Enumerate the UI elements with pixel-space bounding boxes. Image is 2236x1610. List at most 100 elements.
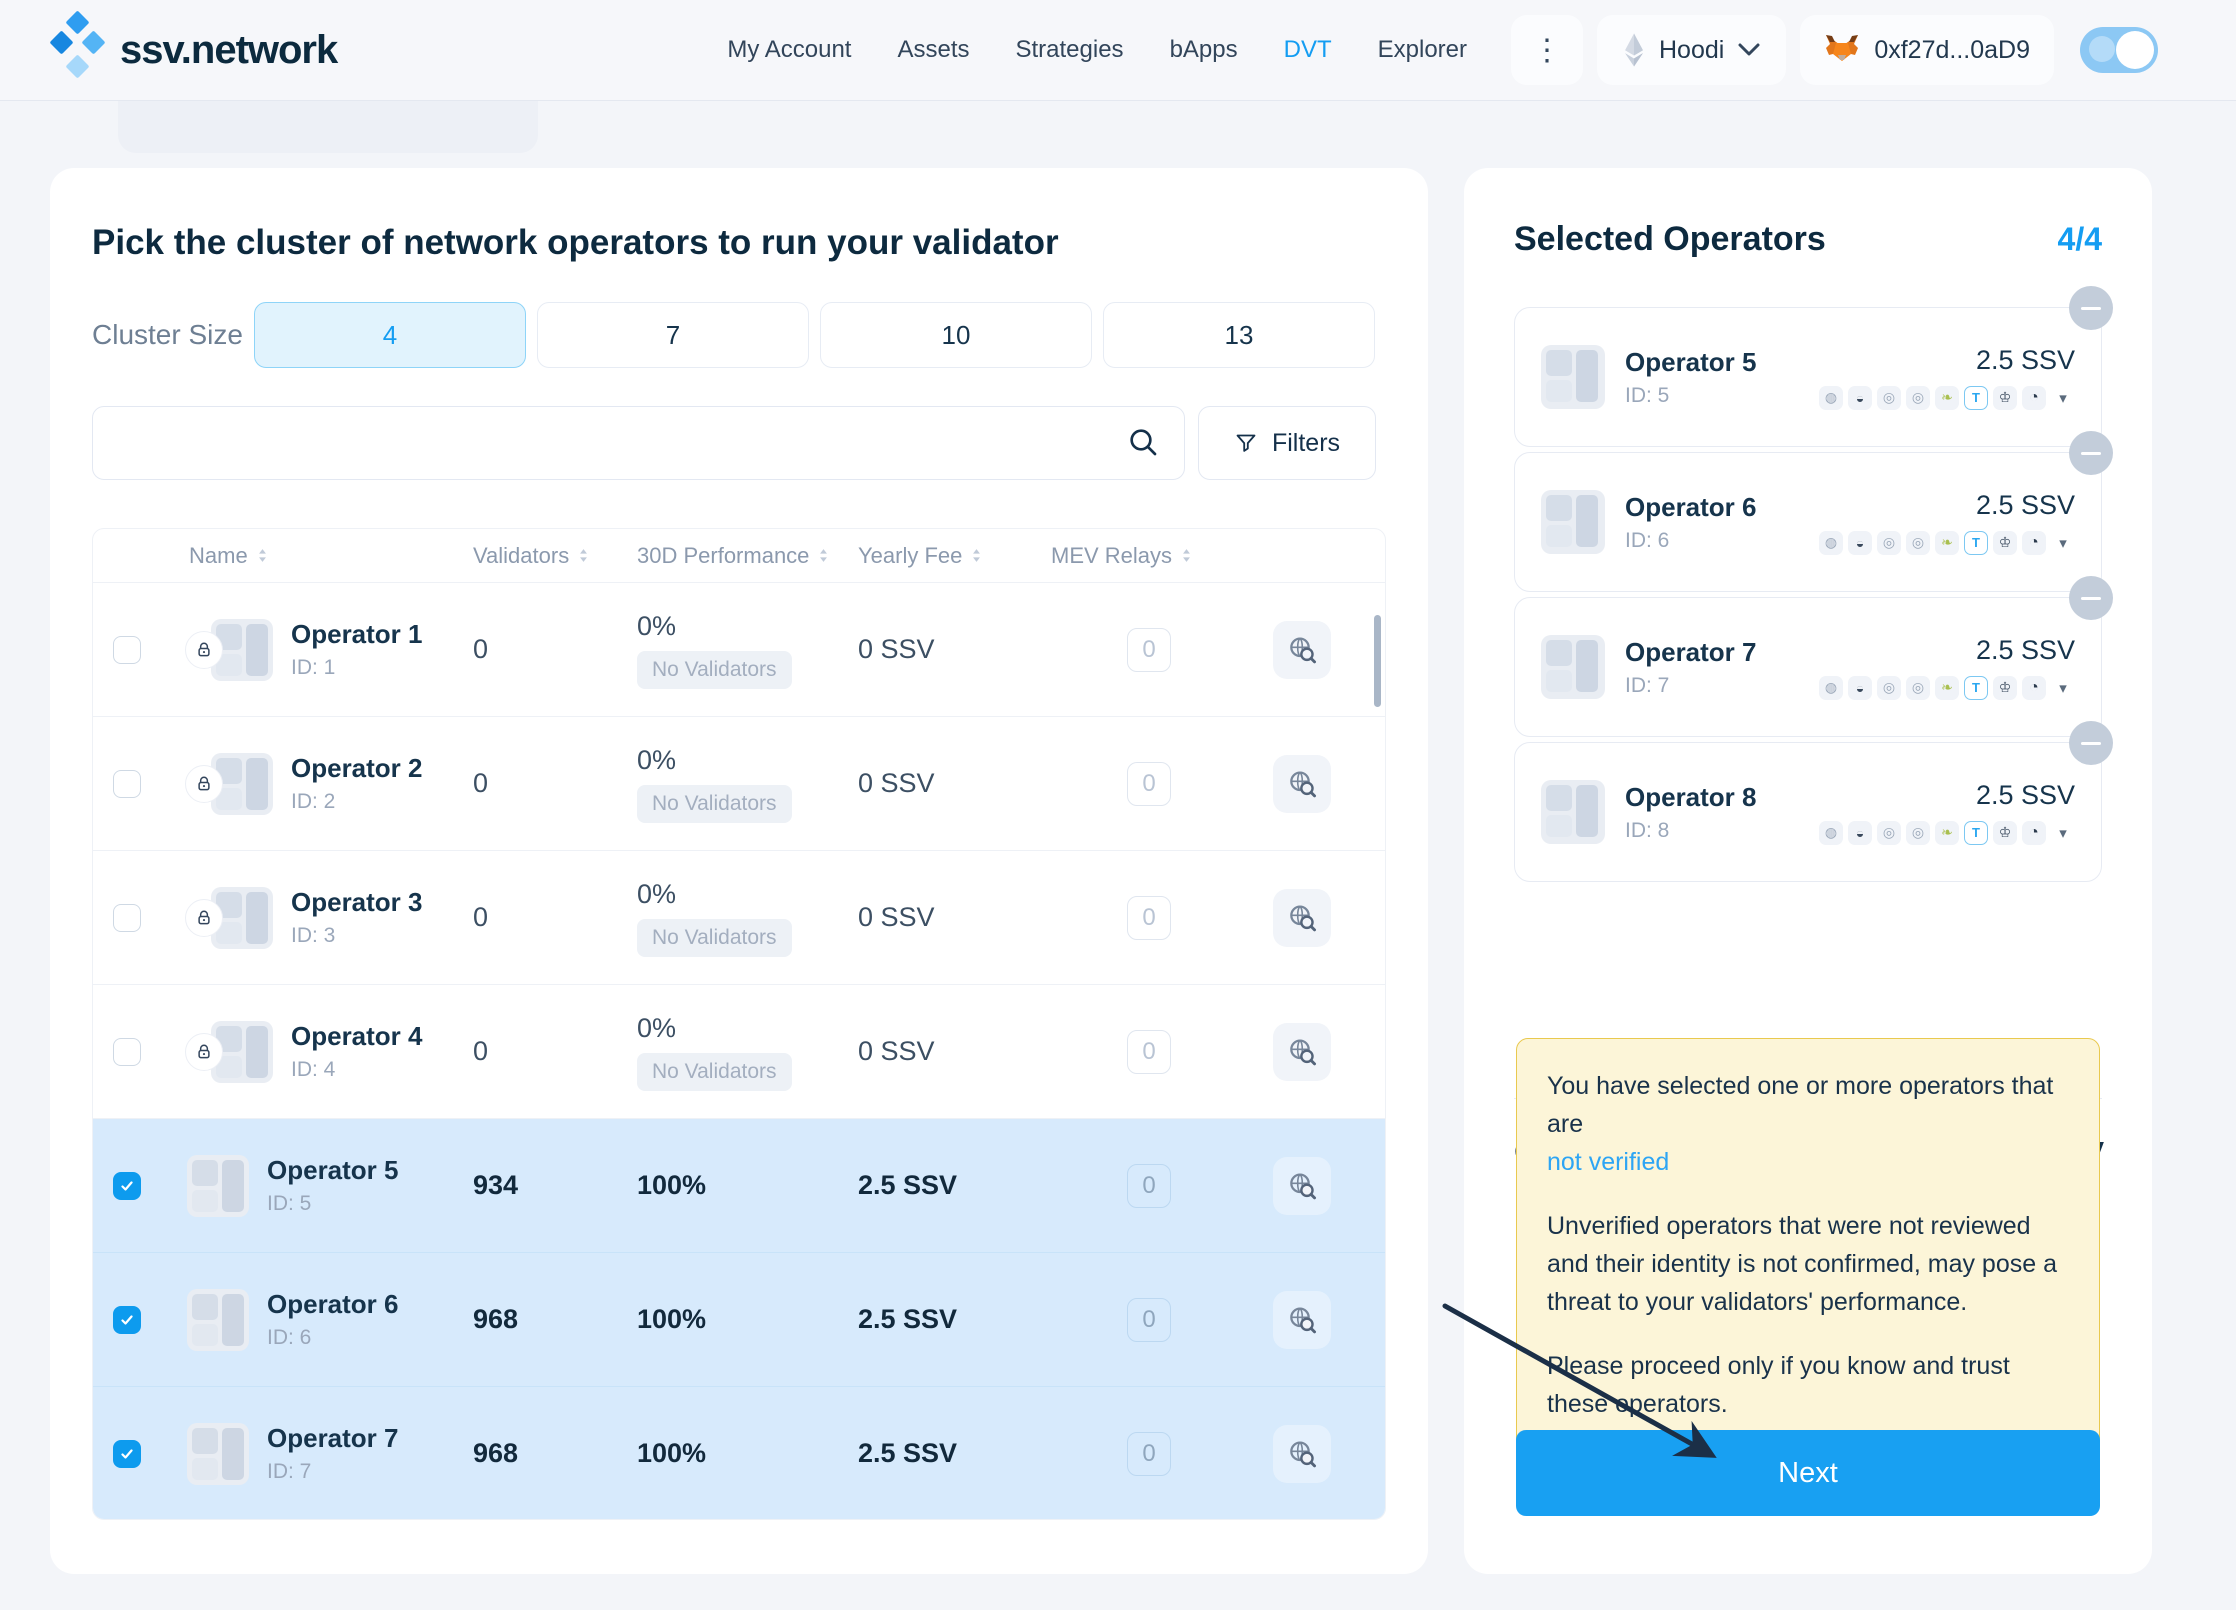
mev-relay-3-icon: ◎ [1877,676,1901,700]
remove-operator-button[interactable] [2069,431,2113,475]
validators-cell: 934 [463,1170,626,1201]
table-row[interactable]: Operator 2 ID: 2 0 0% No Validators 0 SS… [93,717,1385,851]
relays-expand-chevron-icon[interactable]: ▾ [2051,676,2075,700]
mev-relays-count[interactable]: 0 [1127,762,1171,806]
globe-search-icon [1286,634,1318,666]
next-button[interactable]: Next [1516,1430,2100,1516]
mev-relay-2-icon: ◒ [1848,821,1872,845]
open-in-explorer-button[interactable] [1273,1291,1331,1349]
filters-button[interactable]: Filters [1198,406,1376,480]
mev-relay-7-icon: ♔ [1993,386,2017,410]
table-row[interactable]: Operator 7 ID: 7 968 100% 2.5 SSV 0 [93,1387,1385,1520]
operator-id: ID: 5 [267,1192,399,1216]
mev-relays-count[interactable]: 0 [1127,1298,1171,1342]
table-row[interactable]: Operator 4 ID: 4 0 0% No Validators 0 SS… [93,985,1385,1119]
operator-name: Operator 3 [291,887,423,918]
no-validators-badge: No Validators [637,651,792,689]
lock-icon [185,631,223,669]
column-header-30d-performance[interactable]: 30D Performance [626,543,839,569]
selected-operators-title: Selected Operators [1514,220,1826,259]
open-in-explorer-button[interactable] [1273,755,1331,813]
column-header-mev-relays[interactable]: MEV Relays [1051,543,1197,569]
row-checkbox[interactable] [113,770,141,798]
table-scrollbar[interactable] [1374,615,1381,707]
lock-icon [185,899,223,937]
remove-operator-button[interactable] [2069,721,2113,765]
table-header: Name Validators 30D Performance Yearly F… [93,529,1385,583]
open-in-explorer-button[interactable] [1273,621,1331,679]
ethereum-icon [1623,32,1645,68]
column-header-validators[interactable]: Validators [463,543,626,569]
row-checkbox[interactable] [113,1038,141,1066]
metamask-icon [1824,33,1860,67]
more-menu-button[interactable]: ⋮ [1511,15,1583,85]
mev-relay-4-icon: ◎ [1906,531,1930,555]
mev-relay-icons: ◍◒◎◎❧T♔◔▾ [1819,676,2075,700]
table-row[interactable]: Operator 3 ID: 3 0 0% No Validators 0 SS… [93,851,1385,985]
cluster-size-option-13[interactable]: 13 [1103,302,1375,368]
row-checkbox[interactable] [113,1440,141,1468]
globe-search-icon [1286,768,1318,800]
mev-relays-count[interactable]: 0 [1127,628,1171,672]
nav-link-bapps[interactable]: bApps [1170,36,1238,64]
validators-cell: 0 [463,768,626,799]
open-in-explorer-button[interactable] [1273,1425,1331,1483]
nav-link-assets[interactable]: Assets [897,36,969,64]
row-checkbox[interactable] [113,636,141,664]
remove-operator-button[interactable] [2069,286,2113,330]
relays-expand-chevron-icon[interactable]: ▾ [2051,386,2075,410]
validators-cell: 0 [463,634,626,665]
performance-cell: 0% No Validators [626,611,839,689]
table-row[interactable]: Operator 6 ID: 6 968 100% 2.5 SSV 0 [93,1253,1385,1387]
relays-expand-chevron-icon[interactable]: ▾ [2051,821,2075,845]
table-row[interactable]: Operator 1 ID: 1 0 0% No Validators 0 SS… [93,583,1385,717]
theme-toggle[interactable] [2080,27,2158,73]
check-icon [119,1312,135,1328]
mev-relays-count[interactable]: 0 [1127,1164,1171,1208]
check-icon [119,1446,135,1462]
validators-cell: 968 [463,1304,626,1335]
network-selector[interactable]: Hoodi [1597,15,1786,85]
operator-avatar [1541,490,1605,554]
mev-relay-5-icon: ❧ [1935,676,1959,700]
operators-table: Name Validators 30D Performance Yearly F… [92,528,1386,1520]
table-row[interactable]: Operator 5 ID: 5 934 100% 2.5 SSV 0 [93,1119,1385,1253]
nav-link-dvt[interactable]: DVT [1284,36,1332,64]
minus-icon [2081,307,2101,310]
remove-operator-button[interactable] [2069,576,2113,620]
mev-relay-4-icon: ◎ [1906,676,1930,700]
nav-link-explorer[interactable]: Explorer [1378,36,1467,64]
toggle-track-icon [2089,36,2115,62]
cluster-size-option-7[interactable]: 7 [537,302,809,368]
open-in-explorer-button[interactable] [1273,1157,1331,1215]
mev-relays-count[interactable]: 0 [1127,1030,1171,1074]
cluster-size-option-10[interactable]: 10 [820,302,1092,368]
operator-name: Operator 5 [267,1155,399,1186]
open-in-explorer-button[interactable] [1273,1023,1331,1081]
column-header-name[interactable]: Name [165,543,463,569]
relays-expand-chevron-icon[interactable]: ▾ [2051,531,2075,555]
row-checkbox[interactable] [113,1172,141,1200]
row-checkbox[interactable] [113,904,141,932]
mev-relay-8-icon: ◔ [2022,531,2046,555]
sort-icon [257,548,268,563]
fee-cell: 2.5 SSV [839,1170,1051,1201]
mev-relays-count[interactable]: 0 [1127,1432,1171,1476]
validators-cell: 968 [463,1438,626,1469]
mev-relay-titan-icon: T [1964,821,1988,845]
column-header-yearly-fee[interactable]: Yearly Fee [839,543,1051,569]
search-icon[interactable] [1127,426,1159,463]
row-checkbox[interactable] [113,1306,141,1334]
brand-logo[interactable]: ssv.network [48,10,337,90]
performance-cell: 100% [626,1438,839,1469]
search-input[interactable] [92,406,1185,480]
not-verified-link[interactable]: not verified [1547,1148,1669,1176]
mev-relay-8-icon: ◔ [2022,386,2046,410]
sort-icon [578,548,589,563]
cluster-size-option-4[interactable]: 4 [254,302,526,368]
nav-link-my-account[interactable]: My Account [727,36,851,64]
nav-link-strategies[interactable]: Strategies [1016,36,1124,64]
open-in-explorer-button[interactable] [1273,889,1331,947]
mev-relays-count[interactable]: 0 [1127,896,1171,940]
wallet-button[interactable]: 0xf27d...0aD9 [1800,15,2054,85]
